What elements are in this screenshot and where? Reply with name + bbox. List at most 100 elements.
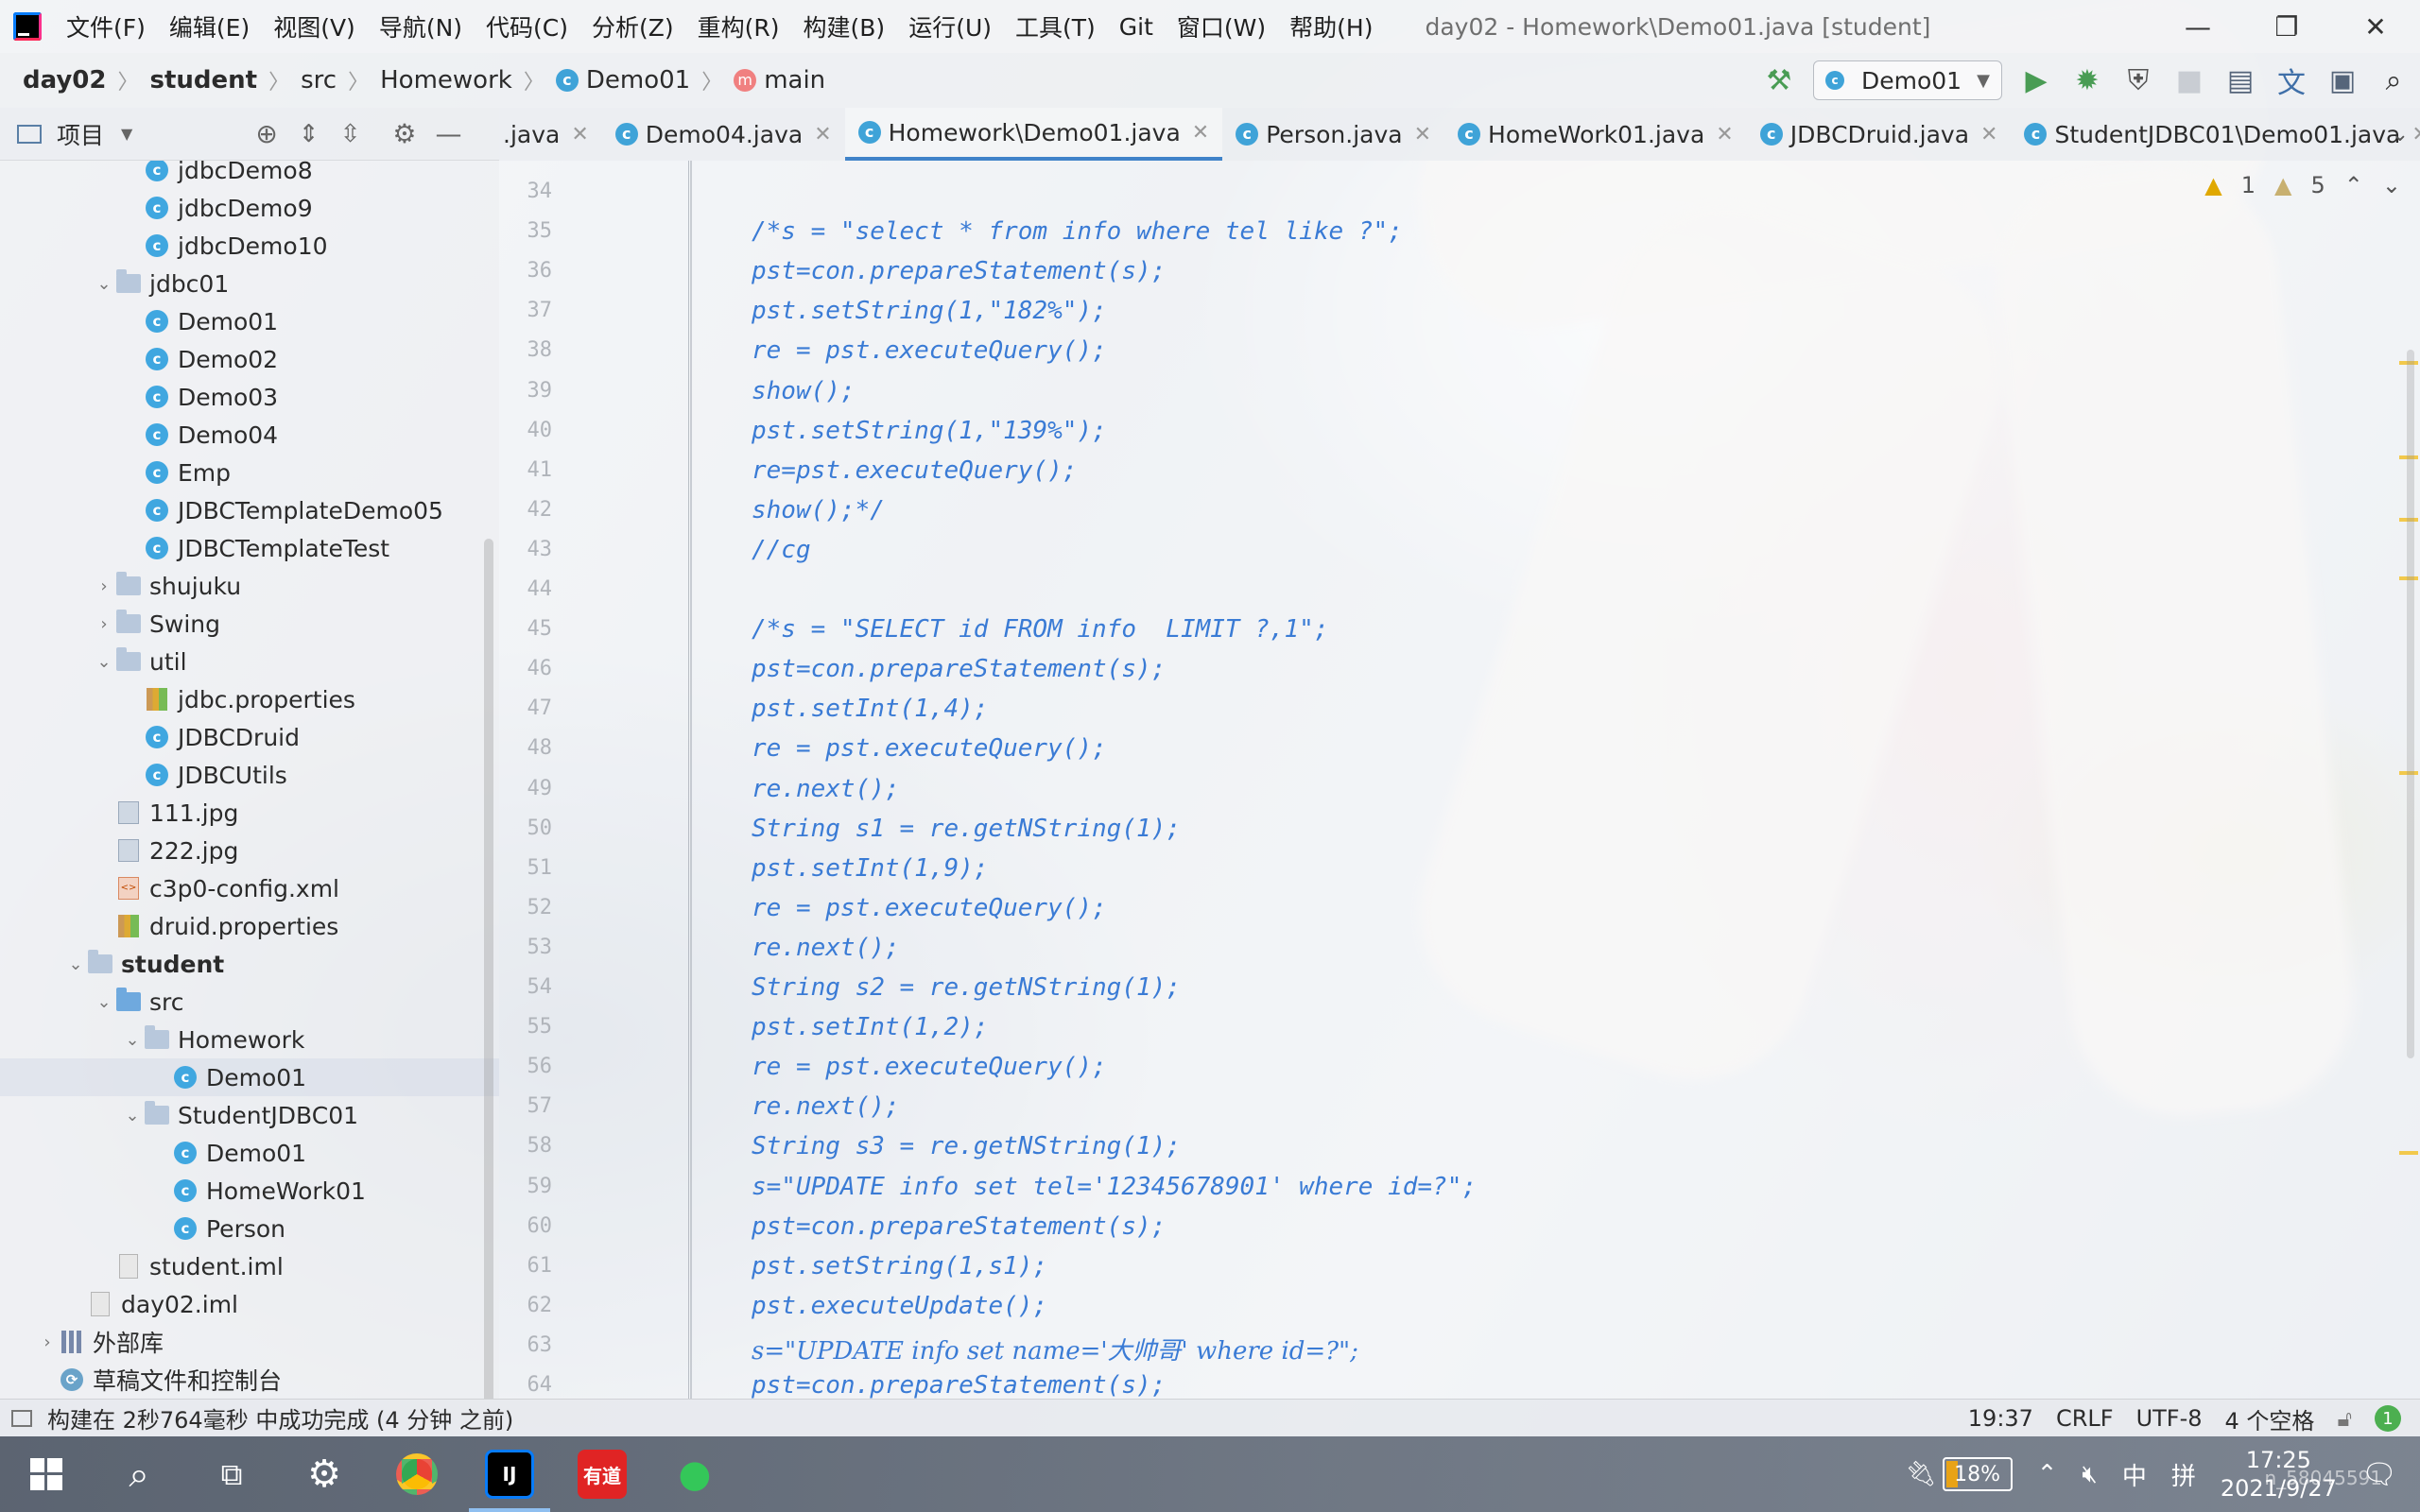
close-icon[interactable]: ✕ <box>1414 123 1431 146</box>
tree-item[interactable]: 222.jpg <box>0 832 499 869</box>
tree-item[interactable]: c Demo01 <box>0 1058 499 1096</box>
toggle-tool-windows-icon[interactable] <box>11 1409 32 1427</box>
chevron-right-icon[interactable]: › <box>93 576 115 596</box>
intellij-app[interactable]: IJ <box>463 1436 556 1512</box>
build-status-message[interactable]: 构建在 2秒764毫秒 中成功完成 (4 分钟 之前) <box>47 1401 513 1435</box>
code-line[interactable]: s="UPDATE info set tel='12345678901' whe… <box>752 1173 1477 1201</box>
chevron-down-icon[interactable]: ⌄ <box>93 274 115 294</box>
code-line[interactable]: pst.executeUpdate(); <box>752 1292 1047 1320</box>
tree-item[interactable]: c JDBCTemplateTest <box>0 529 499 567</box>
menu-code[interactable]: 代码(C) <box>486 9 568 43</box>
tree-item[interactable]: c jdbcDemo10 <box>0 227 499 265</box>
menu-run[interactable]: 运行(U) <box>908 9 992 43</box>
menu-view[interactable]: 视图(V) <box>273 9 355 43</box>
scroll-marker[interactable] <box>2399 1151 2418 1155</box>
code-line[interactable]: pst=con.prepareStatement(s); <box>752 257 1166 285</box>
project-panel-title[interactable]: 项目 <box>57 117 104 151</box>
close-icon[interactable]: ✕ <box>1192 121 1209 145</box>
code-line[interactable]: /*s = "select * from info where tel like… <box>752 217 1403 246</box>
browser-app[interactable] <box>371 1436 463 1512</box>
restore-button[interactable]: ❐ <box>2242 0 2331 53</box>
chevron-down-icon[interactable]: ⌄ <box>121 1030 144 1050</box>
settings-app[interactable]: ⚙ <box>278 1436 371 1512</box>
tree-item[interactable]: c Demo03 <box>0 378 499 416</box>
code-line[interactable]: String s2 = re.getNString(1); <box>752 973 1181 1002</box>
tree-item[interactable]: c jdbcDemo8 <box>0 161 499 189</box>
stop-icon[interactable]: ■ <box>2172 63 2206 97</box>
tree-item[interactable]: ⌄ src <box>0 983 499 1021</box>
tree-item[interactable]: 111.jpg <box>0 794 499 832</box>
close-icon[interactable]: ✕ <box>1980 123 1997 146</box>
code-line[interactable]: show(); <box>752 377 856 405</box>
menu-analyze[interactable]: 分析(Z) <box>592 9 674 43</box>
build-hammer-icon[interactable]: ⚒ <box>1762 63 1796 97</box>
menu-refactor[interactable]: 重构(R) <box>698 9 780 43</box>
tree-item[interactable]: druid.properties <box>0 907 499 945</box>
code-line[interactable]: pst.setString(1,"182%"); <box>752 297 1107 325</box>
window-layout-icon[interactable]: ▣ <box>2325 63 2360 97</box>
expand-all-icon[interactable]: ⇕ <box>299 120 320 148</box>
chevron-down-icon[interactable]: ⌄ <box>2382 172 2401 198</box>
close-icon[interactable]: ✕ <box>1716 123 1733 146</box>
close-icon[interactable]: ✕ <box>571 123 588 146</box>
tree-item[interactable]: c Demo01 <box>0 1134 499 1172</box>
indent-setting[interactable]: 4 个空格 <box>2225 1402 2315 1435</box>
line-separator[interactable]: CRLF <box>2056 1405 2114 1432</box>
tab-person[interactable]: c Person.java ✕ <box>1222 108 1444 161</box>
close-button[interactable]: ✕ <box>2331 0 2420 53</box>
chevron-right-icon[interactable]: › <box>93 614 115 634</box>
menu-help[interactable]: 帮助(H) <box>1289 9 1373 43</box>
code-line[interactable]: pst.setString(1,"139%"); <box>752 417 1107 445</box>
inspection-widget[interactable]: ▲ 1 ▲ 5 ⌃ ⌄ <box>2204 172 2401 198</box>
code-line[interactable]: show();*/ <box>752 496 885 524</box>
tree-item[interactable]: ⌄ util <box>0 643 499 680</box>
breadcrumb-class[interactable]: Demo01 <box>586 66 690 94</box>
tree-item[interactable]: c JDBCDruid <box>0 718 499 756</box>
chevron-right-icon[interactable]: › <box>36 1332 59 1352</box>
tree-item[interactable]: c Demo02 <box>0 340 499 378</box>
tree-item[interactable]: ⌄ Homework <box>0 1021 499 1058</box>
file-encoding[interactable]: UTF-8 <box>2136 1405 2203 1432</box>
minimize-button[interactable]: — <box>2153 0 2242 53</box>
tree-item[interactable]: student.iml <box>0 1247 499 1285</box>
lock-icon[interactable]: 🔓︎ <box>2337 1405 2352 1432</box>
menu-navigate[interactable]: 导航(N) <box>379 9 462 43</box>
debug-icon[interactable]: ✹ <box>2070 63 2104 97</box>
volume-muted-icon[interactable]: 🔇︎ <box>2082 1460 2097 1489</box>
code-line[interactable]: String s1 = re.getNString(1); <box>752 815 1181 843</box>
code-line[interactable]: re = pst.executeQuery(); <box>752 1053 1107 1081</box>
menu-build[interactable]: 构建(B) <box>804 9 886 43</box>
editor-scrollbar[interactable] <box>2407 350 2414 1058</box>
tree-item[interactable]: day02.iml <box>0 1285 499 1323</box>
tab-demo04[interactable]: c Demo04.java ✕ <box>602 108 845 161</box>
menu-git[interactable]: Git <box>1119 13 1153 41</box>
tab-homework01[interactable]: c HomeWork01.java ✕ <box>1444 108 1747 161</box>
code-line[interactable]: re=pst.executeQuery(); <box>752 456 1077 485</box>
code-line[interactable]: /*s = "SELECT id FROM info LIMIT ?,1"; <box>752 615 1328 644</box>
tab-list-chevron-icon[interactable]: ⌄ <box>2392 123 2409 146</box>
code-line[interactable]: s="UPDATE info set name='大帅哥' where id=?… <box>752 1332 1358 1366</box>
close-icon[interactable]: ✕ <box>814 123 831 146</box>
close-icon[interactable]: ✕ <box>2411 123 2420 146</box>
caret-position[interactable]: 19:37 <box>1968 1405 2033 1432</box>
code-line[interactable]: re.next(); <box>752 934 900 962</box>
project-tree-scrollbar[interactable] <box>484 539 493 1399</box>
chevron-down-icon[interactable]: ⌄ <box>93 652 115 672</box>
tree-item[interactable]: c Demo01 <box>0 302 499 340</box>
code-line[interactable]: re.next(); <box>752 775 900 803</box>
tree-item[interactable]: c Person <box>0 1210 499 1247</box>
tree-item[interactable]: ⌄ jdbc01 <box>0 265 499 302</box>
tab-homework-demo01[interactable]: c Homework\Demo01.java ✕ <box>844 108 1223 161</box>
project-structure-icon[interactable]: ▤ <box>2223 63 2257 97</box>
ime-language[interactable]: 中 <box>2122 1457 2147 1492</box>
wechat-app[interactable]: ● <box>648 1436 741 1512</box>
code-line[interactable]: pst=con.prepareStatement(s); <box>752 1371 1166 1399</box>
code-line[interactable]: //cg <box>752 536 811 564</box>
code-line[interactable]: pst=con.prepareStatement(s); <box>752 1212 1166 1241</box>
menu-window[interactable]: 窗口(W) <box>1177 9 1266 43</box>
collapse-all-icon[interactable]: ⇳ <box>340 120 361 148</box>
menu-file[interactable]: 文件(F) <box>66 9 146 43</box>
tree-item[interactable]: ⌄ student <box>0 945 499 983</box>
coverage-icon[interactable]: ⛨ <box>2121 63 2155 97</box>
code-editor[interactable]: 34 35 36 37 38 39 40 41 42 43 44 45 46 47 48 49 50 51 52 53… <box>499 161 2420 1399</box>
